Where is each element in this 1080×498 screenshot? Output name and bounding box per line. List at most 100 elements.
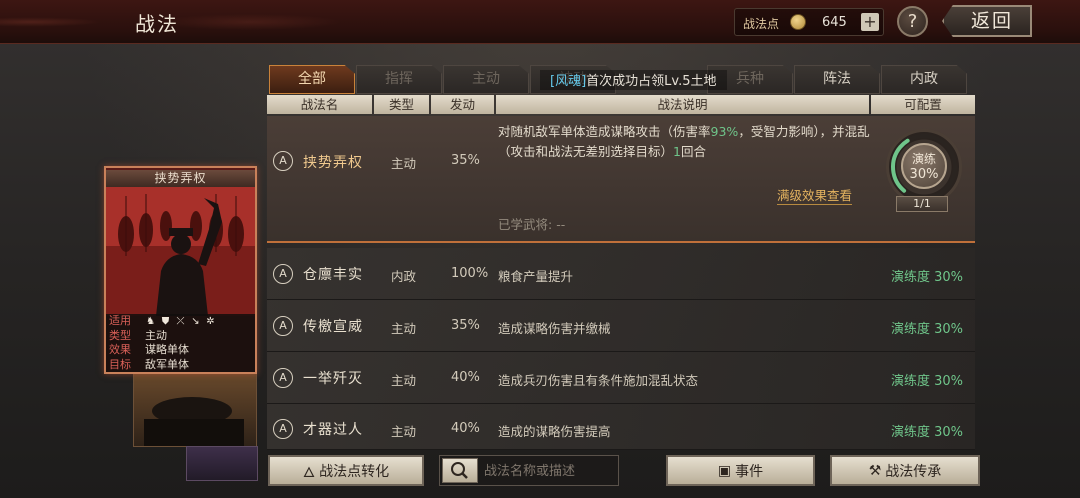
card-target-value: 敌军单体: [145, 357, 189, 371]
events-label: 事件: [735, 463, 764, 480]
search-button[interactable]: [442, 458, 478, 483]
card-info: 适用 ♞ ⛊ ⤫ ↘ ✲ 类型 主动 效果 谋略单体 目标 敌军单体: [106, 314, 255, 372]
row-background: [267, 300, 975, 352]
grade-a-icon: A: [273, 316, 293, 336]
card-target-key: 目标: [109, 357, 131, 371]
column-header-desc: 战法说明: [496, 95, 869, 114]
help-button[interactable]: ?: [897, 6, 928, 37]
skill-row-3[interactable]: A 一举歼灭 主动 40% 造成兵刃伤害且有条件施加混乱状态 演练度 30%: [267, 352, 975, 404]
skill-rate: 40%: [451, 370, 480, 385]
achievement-tooltip: [风魂]首次成功占领Lv.5土地: [540, 70, 727, 90]
column-header-name[interactable]: 战法名: [267, 95, 372, 114]
skill-description: 造成兵刃伤害且有条件施加混乱状态: [498, 373, 699, 388]
practice-button[interactable]: 演练 30%: [901, 143, 947, 189]
column-header-rate[interactable]: 发动: [431, 95, 494, 114]
skill-name: 传檄宣威: [303, 319, 363, 335]
tab-active[interactable]: 主动: [443, 65, 529, 94]
top-bar-ornament: [0, 0, 360, 44]
siege-icon: ✲: [206, 315, 215, 327]
skill-type: 内政: [391, 269, 417, 284]
events-button[interactable]: ▣ 事件: [666, 455, 815, 486]
card-fit-line: 适用 ♞ ⛊ ⤫ ↘ ✲: [109, 314, 255, 329]
skill-name: 挟势弄权: [303, 155, 363, 171]
card-target-line: 目标 敌军单体: [109, 358, 255, 373]
cavalry-icon: ♞: [146, 315, 155, 327]
shield-icon: ⛊: [161, 315, 170, 327]
search-icon: [451, 462, 468, 479]
desc-part-3: 回合: [680, 144, 706, 159]
practice-level: 演练度 30%: [890, 322, 963, 337]
skill-name: 仓廪丰实: [303, 267, 363, 283]
skill-point-coin-icon: [790, 14, 806, 30]
skill-row-1[interactable]: A 仓廪丰实 内政 100% 粮食产量提升 演练度 30%: [267, 248, 975, 300]
tooltip-text: 首次成功占领Lv.5土地: [586, 74, 717, 89]
card-title: 挟势弄权: [106, 170, 255, 187]
skill-row-2[interactable]: A 传檄宣威 主动 35% 造成谋略伤害并缴械 演练度 30%: [267, 300, 975, 352]
spear-icon: ↘: [191, 315, 200, 327]
skill-rate: 35%: [451, 153, 480, 168]
card-effect-key: 效果: [109, 343, 131, 356]
search-bar: [439, 455, 619, 486]
tab-all[interactable]: 全部: [269, 65, 355, 94]
practice-dial[interactable]: 演练 30%: [886, 129, 962, 205]
grade-a-icon: A: [273, 264, 293, 284]
troop-type-icons: ♞ ⛊ ⤫ ↘ ✲: [145, 314, 216, 329]
practice-level: 演练度 30%: [890, 374, 963, 389]
full-effect-link[interactable]: 满级效果查看: [777, 185, 853, 205]
practice-label: 演练: [911, 152, 936, 166]
table-header: 战法名 类型 发动 战法说明 可配置: [267, 95, 975, 115]
card-stack-back: [133, 370, 257, 447]
skill-row-4[interactable]: A 才器过人 主动 40% 造成的谋略伤害提高 演练度 30%: [267, 404, 975, 450]
practice-level: 演练度 30%: [890, 270, 963, 285]
add-points-button[interactable]: +: [861, 13, 879, 31]
selected-skill-row[interactable]: A 挟势弄权 主动 35% 对随机敌军单体造成谋略攻击（伤害率93%，受智力影响…: [267, 116, 975, 243]
skill-rate: 40%: [451, 421, 480, 436]
learned-value: --: [556, 217, 566, 232]
skill-name: 一举歼灭: [303, 371, 363, 387]
card-artwork: [106, 186, 255, 316]
skill-points-value: 645: [822, 15, 847, 30]
card-type-key: 类型: [109, 328, 131, 342]
skill-description: 造成谋略伤害并缴械: [498, 321, 611, 336]
grade-a-icon: A: [273, 151, 293, 171]
tab-command[interactable]: 指挥: [356, 65, 442, 94]
row-background: [267, 248, 975, 300]
skill-inherit-button[interactable]: ⚒ 战法传承: [830, 455, 980, 486]
flame-icon: 🜂: [302, 465, 316, 481]
tooltip-tag: [风魂]: [550, 74, 587, 89]
learned-generals: 已学武将: --: [498, 214, 565, 233]
search-input[interactable]: [484, 462, 614, 480]
column-header-type[interactable]: 类型: [374, 95, 429, 114]
skill-rate: 35%: [451, 318, 480, 333]
practice-level: 演练度 30%: [890, 425, 963, 440]
event-icon: ▣: [717, 462, 732, 479]
desc-rounds: 1: [673, 144, 681, 159]
back-button[interactable]: 返回: [942, 5, 1032, 37]
card-effect-line: 效果 谋略单体: [109, 343, 255, 358]
config-count: 1/1: [896, 196, 948, 212]
skill-description: 粮食产量提升: [498, 269, 574, 284]
skill-card[interactable]: 挟势弄权 适用 ♞ ⛊ ⤫ ↘ ✲ 类型 主动 效果 谋略单体 目标 敌军单体: [104, 166, 257, 374]
desc-part-1: 对随机敌军单体造成谋略攻击（伤害率: [498, 124, 711, 139]
grade-a-icon: A: [273, 368, 293, 388]
card-type-value: 主动: [145, 328, 167, 342]
desc-damage-rate: 93%: [710, 124, 739, 139]
skill-points-display: 战法点 645 +: [734, 8, 884, 36]
skill-rate: 100%: [451, 266, 489, 281]
grade-a-icon: A: [273, 419, 293, 439]
tab-formation[interactable]: 阵法: [794, 65, 880, 94]
convert-points-label: 战法点转化: [319, 463, 390, 480]
convert-points-button[interactable]: 🜂 战法点转化: [268, 455, 424, 486]
card-back-art: [144, 397, 244, 446]
skill-name: 才器过人: [303, 422, 363, 438]
page-title: 战法: [135, 12, 179, 36]
row-background: [267, 404, 975, 450]
bow-icon: ⤫: [176, 315, 185, 327]
top-bar: 战法 战法点 645 + ? 返回: [0, 0, 1080, 44]
card-stack-back-2: [186, 446, 258, 481]
skill-type: 主动: [391, 424, 417, 439]
tab-internal[interactable]: 内政: [881, 65, 967, 94]
column-header-config[interactable]: 可配置: [871, 95, 975, 114]
hammer-icon: ⚒: [868, 462, 882, 479]
card-fit-key: 适用: [109, 314, 131, 327]
